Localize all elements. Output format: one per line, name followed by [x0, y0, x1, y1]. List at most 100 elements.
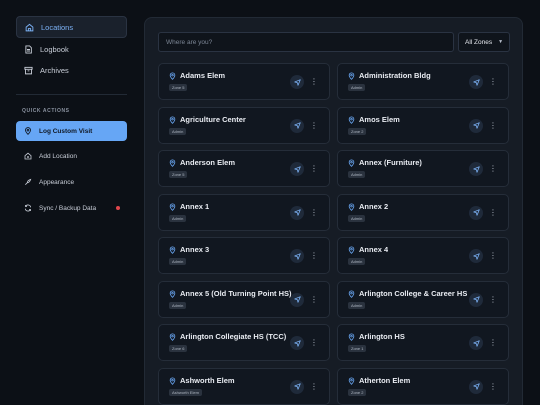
- location-card[interactable]: Arlington HS Zone 1 ⋮: [337, 324, 509, 361]
- navigation-arrow-icon: [293, 165, 301, 173]
- more-options-icon[interactable]: ⋮: [489, 249, 497, 263]
- more-options-icon[interactable]: ⋮: [310, 293, 318, 307]
- navigation-arrow-icon: [472, 339, 480, 347]
- zone-filter-select[interactable]: All Zones ▼: [458, 32, 510, 52]
- location-card[interactable]: Adams Elem Zone 5 ⋮: [158, 63, 330, 100]
- navigate-button[interactable]: [290, 379, 304, 394]
- nav-logbook[interactable]: Logbook: [16, 38, 127, 60]
- more-options-icon[interactable]: ⋮: [310, 119, 318, 133]
- more-options-icon[interactable]: ⋮: [310, 206, 318, 220]
- navigate-button[interactable]: [469, 336, 483, 350]
- location-card[interactable]: Arlington Collegiate HS (TCC) Zone 6 ⋮: [158, 324, 330, 361]
- navigate-button[interactable]: [469, 379, 483, 394]
- location-name: Arlington Collegiate HS (TCC): [180, 332, 287, 341]
- location-card[interactable]: Arlington College & Career HS Admin ⋮: [337, 280, 509, 318]
- location-card[interactable]: Annex 4 Admin ⋮: [337, 237, 509, 274]
- navigate-button[interactable]: [469, 162, 483, 176]
- home-icon: [25, 23, 34, 31]
- more-options-icon[interactable]: ⋮: [310, 249, 318, 263]
- location-name: Adams Elem: [180, 71, 226, 80]
- sync-icon: [24, 204, 32, 212]
- navigate-button[interactable]: [290, 162, 304, 176]
- location-name: Amos Elem: [359, 114, 400, 124]
- map-pin-icon: [169, 333, 176, 341]
- nav-archives[interactable]: Archives: [16, 59, 127, 81]
- more-options-icon[interactable]: ⋮: [310, 75, 318, 89]
- add-location-button[interactable]: Add Location: [16, 146, 127, 166]
- nav-label: Logbook: [40, 44, 69, 54]
- navigation-arrow-icon: [293, 252, 301, 260]
- more-options-icon[interactable]: ⋮: [489, 293, 497, 307]
- location-card[interactable]: Annex (Furniture) Admin ⋮: [337, 150, 509, 187]
- zone-badge: Admin: [169, 214, 187, 222]
- archive-icon: [24, 66, 33, 74]
- location-name: Atherton Elem: [359, 375, 411, 385]
- action-label: Add Location: [39, 152, 77, 160]
- navigate-button[interactable]: [469, 118, 483, 133]
- location-card[interactable]: Agriculture Center Admin ⋮: [158, 106, 330, 144]
- home-plus-icon: [24, 152, 32, 160]
- zone-badge: Zone 5: [169, 171, 188, 178]
- navigate-button[interactable]: [469, 249, 483, 263]
- location-name: Arlington College & Career HS: [359, 288, 468, 298]
- location-name: Ashworth Elem: [180, 375, 235, 385]
- navigate-button[interactable]: [290, 205, 304, 220]
- navigation-arrow-icon: [293, 296, 301, 303]
- navigate-button[interactable]: [469, 292, 483, 307]
- more-options-icon[interactable]: ⋮: [489, 380, 497, 394]
- search-input[interactable]: [158, 32, 454, 52]
- location-card[interactable]: Amos Elem Zone 2 ⋮: [337, 106, 509, 144]
- appearance-button[interactable]: Appearance: [16, 172, 127, 192]
- more-options-icon[interactable]: ⋮: [310, 336, 318, 350]
- location-card[interactable]: Annex 3 Admin ⋮: [158, 237, 330, 274]
- nav-locations[interactable]: Locations: [16, 16, 127, 38]
- navigate-button[interactable]: [290, 336, 304, 350]
- more-options-icon[interactable]: ⋮: [489, 119, 497, 133]
- navigate-button[interactable]: [469, 75, 483, 89]
- action-label: Log Custom Visit: [39, 127, 93, 135]
- more-options-icon[interactable]: ⋮: [489, 162, 497, 176]
- map-pin-icon: [169, 376, 176, 385]
- map-pin-icon: [348, 289, 355, 298]
- location-name: Arlington HS: [359, 332, 405, 341]
- location-name: Annex 5 (Old Turning Point HS): [180, 288, 292, 298]
- quick-actions-title: QUICK ACTIONS: [22, 108, 70, 114]
- navigation-arrow-icon: [472, 252, 480, 260]
- navigation-arrow-icon: [472, 165, 480, 173]
- chevron-down-icon: ▼: [498, 39, 504, 45]
- navigate-button[interactable]: [290, 249, 304, 263]
- location-name: Annex 4: [359, 245, 389, 254]
- zone-badge: Admin: [348, 258, 366, 265]
- navigate-button[interactable]: [290, 292, 304, 307]
- navigate-button[interactable]: [290, 118, 304, 133]
- sync-backup-button[interactable]: Sync / Backup Data: [16, 198, 127, 218]
- more-options-icon[interactable]: ⋮: [310, 162, 318, 176]
- map-pin-icon: [169, 289, 176, 298]
- location-card[interactable]: Annex 1 Admin ⋮: [158, 193, 330, 231]
- location-card[interactable]: Ashworth Elem Ashworth Elem ⋮: [158, 367, 330, 405]
- nav-label: Archives: [40, 65, 69, 75]
- zone-badge: Zone 6: [169, 345, 188, 352]
- map-pin-icon: [348, 376, 355, 385]
- map-pin-icon: [348, 333, 355, 341]
- more-options-icon[interactable]: ⋮: [489, 336, 497, 350]
- more-options-icon[interactable]: ⋮: [310, 380, 318, 394]
- navigation-arrow-icon: [293, 339, 301, 347]
- location-card[interactable]: Atherton Elem Zone 2 ⋮: [337, 367, 509, 405]
- navigate-button[interactable]: [469, 205, 483, 220]
- location-card[interactable]: Anderson Elem Zone 5 ⋮: [158, 150, 330, 187]
- zone-badge: Zone 2: [348, 388, 367, 396]
- zone-badge: Admin: [348, 214, 366, 222]
- location-name: Anderson Elem: [180, 158, 236, 167]
- more-options-icon[interactable]: ⋮: [489, 206, 497, 220]
- location-card[interactable]: Annex 2 Admin ⋮: [337, 193, 509, 231]
- location-card[interactable]: Administration Bldg Admin ⋮: [337, 63, 509, 100]
- navigate-button[interactable]: [290, 75, 304, 89]
- more-options-icon[interactable]: ⋮: [489, 75, 497, 89]
- location-card[interactable]: Annex 5 (Old Turning Point HS) Admin ⋮: [158, 280, 330, 318]
- map-pin-icon: [169, 159, 176, 167]
- log-custom-visit-button[interactable]: Log Custom Visit: [16, 121, 127, 141]
- sidebar-divider: [16, 94, 127, 95]
- map-pin-icon: [25, 127, 31, 135]
- zone-badge: Admin: [348, 84, 366, 91]
